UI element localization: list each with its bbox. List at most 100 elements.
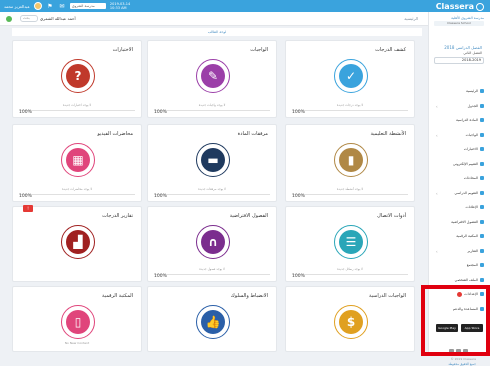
dashboard-card[interactable]: كشف الدرجات ✓ لا يوجد درجات جديدة 100%	[285, 40, 415, 118]
chevron-left-icon: ‹	[436, 190, 438, 196]
progress-bar	[292, 194, 408, 195]
card-title: المكتبة الرقمية	[102, 293, 133, 299]
dashboard-card[interactable]: المكتبة الرقمية ▯ No New Content	[12, 286, 142, 352]
card-percentage: 100%	[292, 274, 305, 279]
menu-icon	[480, 292, 484, 296]
dashboard-card[interactable]: أدوات الاتصال ☰ لا يوجد رسائل جديدة 100%	[285, 206, 415, 282]
top-user-name[interactable]: عبدالعزيز محمد	[4, 4, 30, 9]
sidebar-item[interactable]: المادة الدراسية	[434, 116, 484, 124]
avatar[interactable]	[33, 2, 42, 10]
top-bar-left: عبدالعزيز محمد ⚑ ✉ مدرسة الشروق 2019-03-…	[4, 2, 130, 10]
sidebar-item-label: المساعدة والدعم	[452, 306, 478, 311]
card-percentage: 100%	[19, 194, 32, 199]
sidebar-item-label: المادة الدراسية	[455, 118, 478, 122]
sidebar-item[interactable]: الاختبارات	[434, 145, 484, 153]
facebook-icon[interactable]	[449, 349, 454, 354]
card-icon-glyph: 👍	[201, 310, 225, 334]
progress-bar	[154, 110, 270, 111]
google-play-button[interactable]: Google Play	[436, 324, 458, 332]
term-select[interactable]: 2018-2019	[434, 57, 484, 64]
card-title: الفصول الافتراضية	[229, 213, 268, 219]
chevron-left-icon: ‹	[436, 248, 438, 254]
dashboard-card[interactable]: محاضرات الفيديو ▦ لا يوجد محاضرات جديدة 100…	[12, 124, 142, 202]
breadcrumb[interactable]: الرئيسية	[404, 16, 418, 21]
card-subtitle: لا يوجد رسائل جديدة	[337, 267, 363, 271]
dashboard-card[interactable]: مرفقات المادة ▬ لا يوجد مرفقات جديدة 100%	[147, 124, 277, 202]
card-subtitle: لا يوجد اختبارات جديدة	[62, 103, 92, 107]
sidebar-item[interactable]: ‹ التقويم الدراسي	[434, 189, 484, 197]
pencil-icon: ✎	[196, 59, 230, 93]
card-icon-glyph: ∩	[201, 230, 225, 254]
card-percentage: 100%	[154, 274, 167, 279]
school-subtitle: Classera School	[434, 21, 484, 26]
dashboard-card[interactable]: الواجبات الدراسية $	[285, 286, 415, 352]
menu-icon	[480, 205, 484, 209]
youtube-icon[interactable]	[463, 349, 468, 354]
menu-icon	[480, 147, 484, 151]
school-select[interactable]: مدرسة الشروق	[69, 3, 106, 9]
card-title: الاختبارات	[112, 47, 133, 53]
sidebar-item-label: الواجبات	[465, 132, 478, 137]
menu-icon	[480, 263, 484, 267]
top-bar: عبدالعزيز محمد ⚑ ✉ مدرسة الشروق 2019-03-…	[0, 0, 490, 12]
dashboard-card[interactable]: الواجبات ✎ لا يوجد واجبات جديدة 100%	[147, 40, 277, 118]
check-icon: ✓	[334, 59, 368, 93]
sidebar-item[interactable]: المكتبة الرقمية	[434, 232, 484, 240]
briefcase-icon: ▬	[196, 143, 230, 177]
sidebar-item[interactable]: المجتمع	[434, 261, 484, 269]
progress-bar	[19, 194, 135, 195]
menu-icon	[480, 306, 484, 311]
brand-logo[interactable]: Classera	[436, 2, 484, 11]
notification-badge	[457, 291, 463, 297]
dashboard-card[interactable]: الانضباط والسلوك 👍	[147, 286, 277, 352]
sidebar-item[interactable]: الإعلانات	[434, 203, 484, 211]
card-subtitle: لا يوجد محاضرات جديدة	[61, 187, 93, 191]
card-icon-glyph: ▦	[66, 148, 90, 172]
card-title: مرفقات المادة	[237, 131, 268, 137]
sidebar-item[interactable]: الرئيسية	[434, 87, 484, 95]
card-icon-glyph: ✓	[339, 64, 363, 88]
menu-icon	[480, 277, 484, 282]
card-subtitle: لا يوجد فصول جديدة	[199, 267, 225, 271]
twitter-icon[interactable]	[456, 349, 461, 354]
sidebar-item[interactable]: ‹ التقارير	[434, 247, 484, 255]
envelope-icon[interactable]: ✉	[58, 2, 66, 10]
card-percentage: 100%	[154, 110, 167, 115]
footer-link[interactable]: جميع الحقوق محفوظة	[448, 362, 476, 366]
sidebar-item[interactable]: الفصول الافتراضية	[434, 218, 484, 226]
film-icon: ▦	[61, 143, 95, 177]
dashboard-card[interactable]: الأنشطة التعليمية ▮ لا يوجد أنشطة جديدة 100…	[285, 124, 415, 202]
sidebar-item[interactable]: الملف الشخصي	[434, 276, 484, 284]
social-icons	[449, 349, 468, 354]
menu-icon	[480, 190, 484, 195]
sidebar-item[interactable]: المساعدة والدعم	[434, 305, 484, 313]
sidebar-item[interactable]: التقييم الإلكتروني	[434, 160, 484, 168]
sidebar-item[interactable]: المحادثات	[434, 174, 484, 182]
search-input[interactable]: بحث	[20, 15, 38, 22]
dashboard-card[interactable]: الاختبارات? لا يوجد اختبارات جديدة 100%	[12, 40, 142, 118]
app-store-button[interactable]: App Store	[461, 324, 483, 332]
dollar-icon: $	[334, 305, 368, 339]
online-status-icon	[6, 16, 12, 22]
sidebar-item[interactable]: ‹ الواجبات	[434, 131, 484, 139]
sidebar-item-label: الملف الشخصي	[454, 277, 478, 282]
card-title: أدوات الاتصال	[377, 213, 406, 219]
book-icon: ▮	[334, 143, 368, 177]
dashboard-card[interactable]: تقارير الدرجات ▟!	[12, 205, 142, 282]
sidebar-item[interactable]: ‹ الجدول	[434, 102, 484, 110]
menu-icon	[480, 219, 484, 224]
classera-logo-icon	[476, 2, 484, 11]
card-icon-glyph: ☰	[339, 230, 363, 254]
progress-bar	[154, 194, 270, 195]
menu-icon	[480, 161, 484, 166]
bell-icon[interactable]: ⚑	[46, 2, 54, 10]
dashboard-card[interactable]: الفصول الافتراضية ∩ لا يوجد فصول جديدة 100%	[147, 206, 277, 282]
card-title: محاضرات الفيديو	[97, 131, 133, 137]
progress-bar	[19, 110, 135, 111]
card-percentage: 100%	[19, 110, 32, 115]
sidebar-item[interactable]: الإعدادات	[434, 290, 484, 298]
sidebar-item-label: الفصول الافتراضية	[451, 219, 478, 224]
sidebar-item-label: الإعلانات	[465, 205, 478, 209]
card-title: كشف الدرجات	[375, 47, 406, 53]
chevron-left-icon: ‹	[436, 103, 438, 109]
